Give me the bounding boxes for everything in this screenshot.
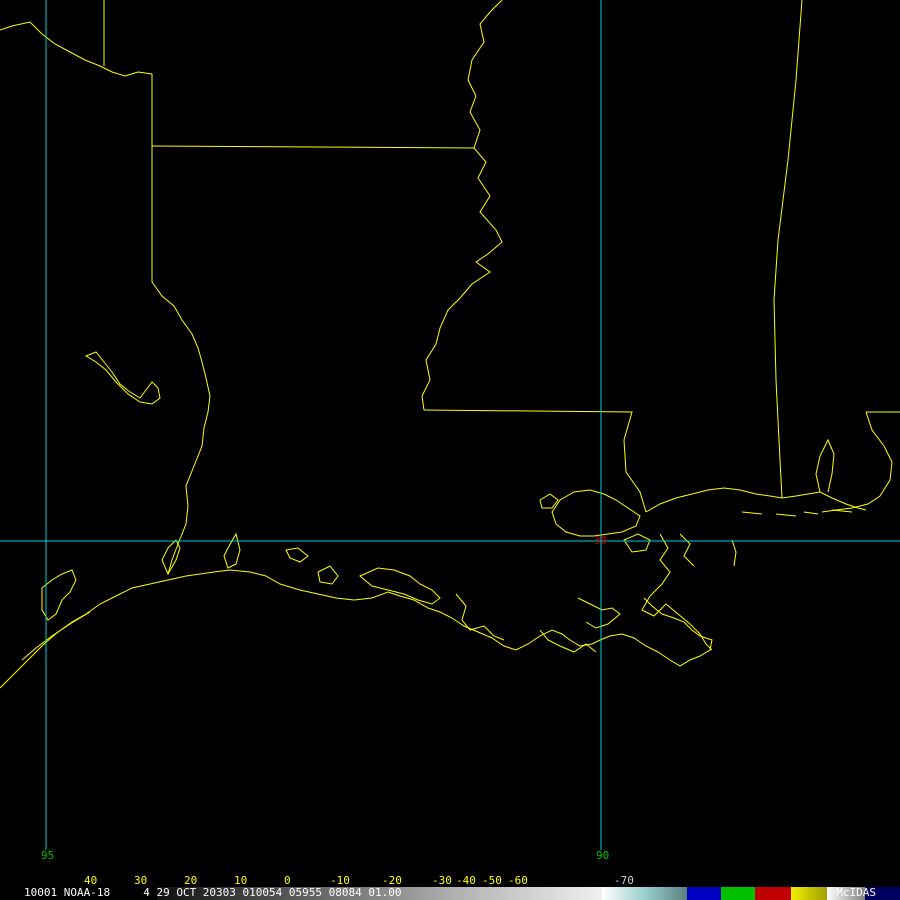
- longitude-90-label: 90: [596, 849, 609, 862]
- mcidas-brand: McIDAS: [836, 886, 876, 899]
- florida-panhandle-coast: [821, 411, 893, 513]
- vermilion-bay: [359, 567, 441, 605]
- colorbar-tick-minus30: -30: [432, 874, 452, 887]
- texas-coast: [0, 579, 169, 689]
- latitude-30-label: 30: [594, 534, 607, 547]
- mississippi-delta: [641, 533, 713, 651]
- colorbar-tick-minus60: -60: [508, 874, 528, 887]
- red-river-border: [0, 21, 153, 77]
- colorbar-tick-minus40: -40: [456, 874, 476, 887]
- barataria-bay: [577, 597, 621, 629]
- mississippi-coast: [645, 487, 867, 513]
- lake-livingston: [84, 351, 161, 405]
- calcasieu-lake: [223, 532, 241, 569]
- image-info-text: 10001 NOAA-18 4 29 OCT 20303 010054 0595…: [24, 886, 402, 899]
- grand-lake: [317, 565, 339, 585]
- barrier-islands: [741, 509, 853, 517]
- colorbar-tick-minus50: -50: [482, 874, 502, 887]
- lake-borgne: [623, 533, 651, 553]
- mobile-bay: [815, 438, 835, 493]
- lake-maurepas: [539, 493, 559, 509]
- galveston-bay: [41, 569, 77, 621]
- chandeleur-islands: [731, 539, 737, 567]
- satellite-map: 95 90 30: [0, 0, 900, 862]
- lake-pontchartrain: [551, 489, 641, 537]
- color-scale-bar: 40 30 20 10 0 -10 -20 -30 -40 -50 -60 -7…: [0, 875, 900, 900]
- mississippi-alabama-border: [773, 0, 803, 499]
- bolivar-peninsula: [21, 611, 91, 661]
- white-lake: [285, 547, 309, 563]
- longitude-95-label: 95: [41, 849, 54, 862]
- sabine-river: [151, 281, 211, 575]
- arkansas-louisiana-border: [151, 145, 475, 149]
- mississippi-river: [421, 0, 503, 411]
- louisiana-coast: [167, 569, 713, 667]
- terrebonne-marsh: [539, 629, 597, 653]
- louisiana-mississippi-border: [423, 409, 647, 513]
- colorbar-tick-minus70: -70: [614, 874, 634, 887]
